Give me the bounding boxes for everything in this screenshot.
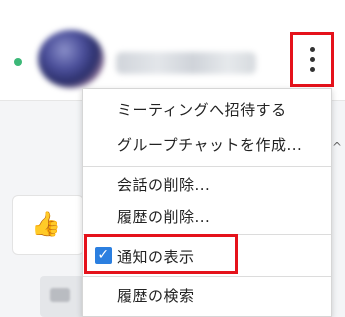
menu-item-invite-to-meeting[interactable]: ミーティングへ招待する bbox=[83, 93, 331, 125]
menu-item-delete-history[interactable]: 履歴の削除... bbox=[83, 200, 331, 232]
context-menu: ミーティングへ招待する グループチャットを作成... 会話の削除... 履歴の削… bbox=[82, 88, 332, 317]
menu-item-show-notifications[interactable]: ✓ 通知の表示 bbox=[83, 240, 331, 272]
attachment-preview[interactable] bbox=[40, 276, 84, 317]
menu-separator bbox=[83, 276, 331, 277]
menu-separator bbox=[83, 234, 331, 235]
video-icon bbox=[50, 288, 70, 302]
menu-item-search-history[interactable]: 履歴の検索 bbox=[83, 279, 331, 311]
message-bubble[interactable]: 👍 bbox=[12, 195, 84, 255]
menu-item-create-group-chat[interactable]: グループチャットを作成... bbox=[83, 128, 331, 160]
menu-item-label: ミーティングへ招待する bbox=[117, 100, 287, 119]
checkbox-checked-icon[interactable]: ✓ bbox=[95, 247, 112, 264]
chat-header bbox=[0, 0, 345, 100]
vertical-ellipsis-icon bbox=[309, 47, 315, 72]
online-status-dot bbox=[14, 58, 22, 66]
menu-item-delete-conversation[interactable]: 会話の削除... bbox=[83, 168, 331, 200]
scroll-up-icon[interactable]: ^ bbox=[332, 140, 342, 154]
more-options-button[interactable] bbox=[290, 32, 334, 87]
menu-item-label: 履歴の削除... bbox=[117, 207, 211, 226]
menu-item-label: 履歴の検索 bbox=[117, 286, 195, 305]
menu-item-label: グループチャットを作成... bbox=[117, 135, 303, 154]
thumbs-up-icon: 👍 bbox=[31, 210, 61, 238]
contact-avatar[interactable] bbox=[38, 30, 104, 88]
contact-name-blurred[interactable] bbox=[116, 52, 256, 74]
menu-item-label: 通知の表示 bbox=[117, 247, 195, 266]
menu-separator bbox=[83, 166, 331, 167]
menu-item-label: 会話の削除... bbox=[117, 175, 211, 194]
